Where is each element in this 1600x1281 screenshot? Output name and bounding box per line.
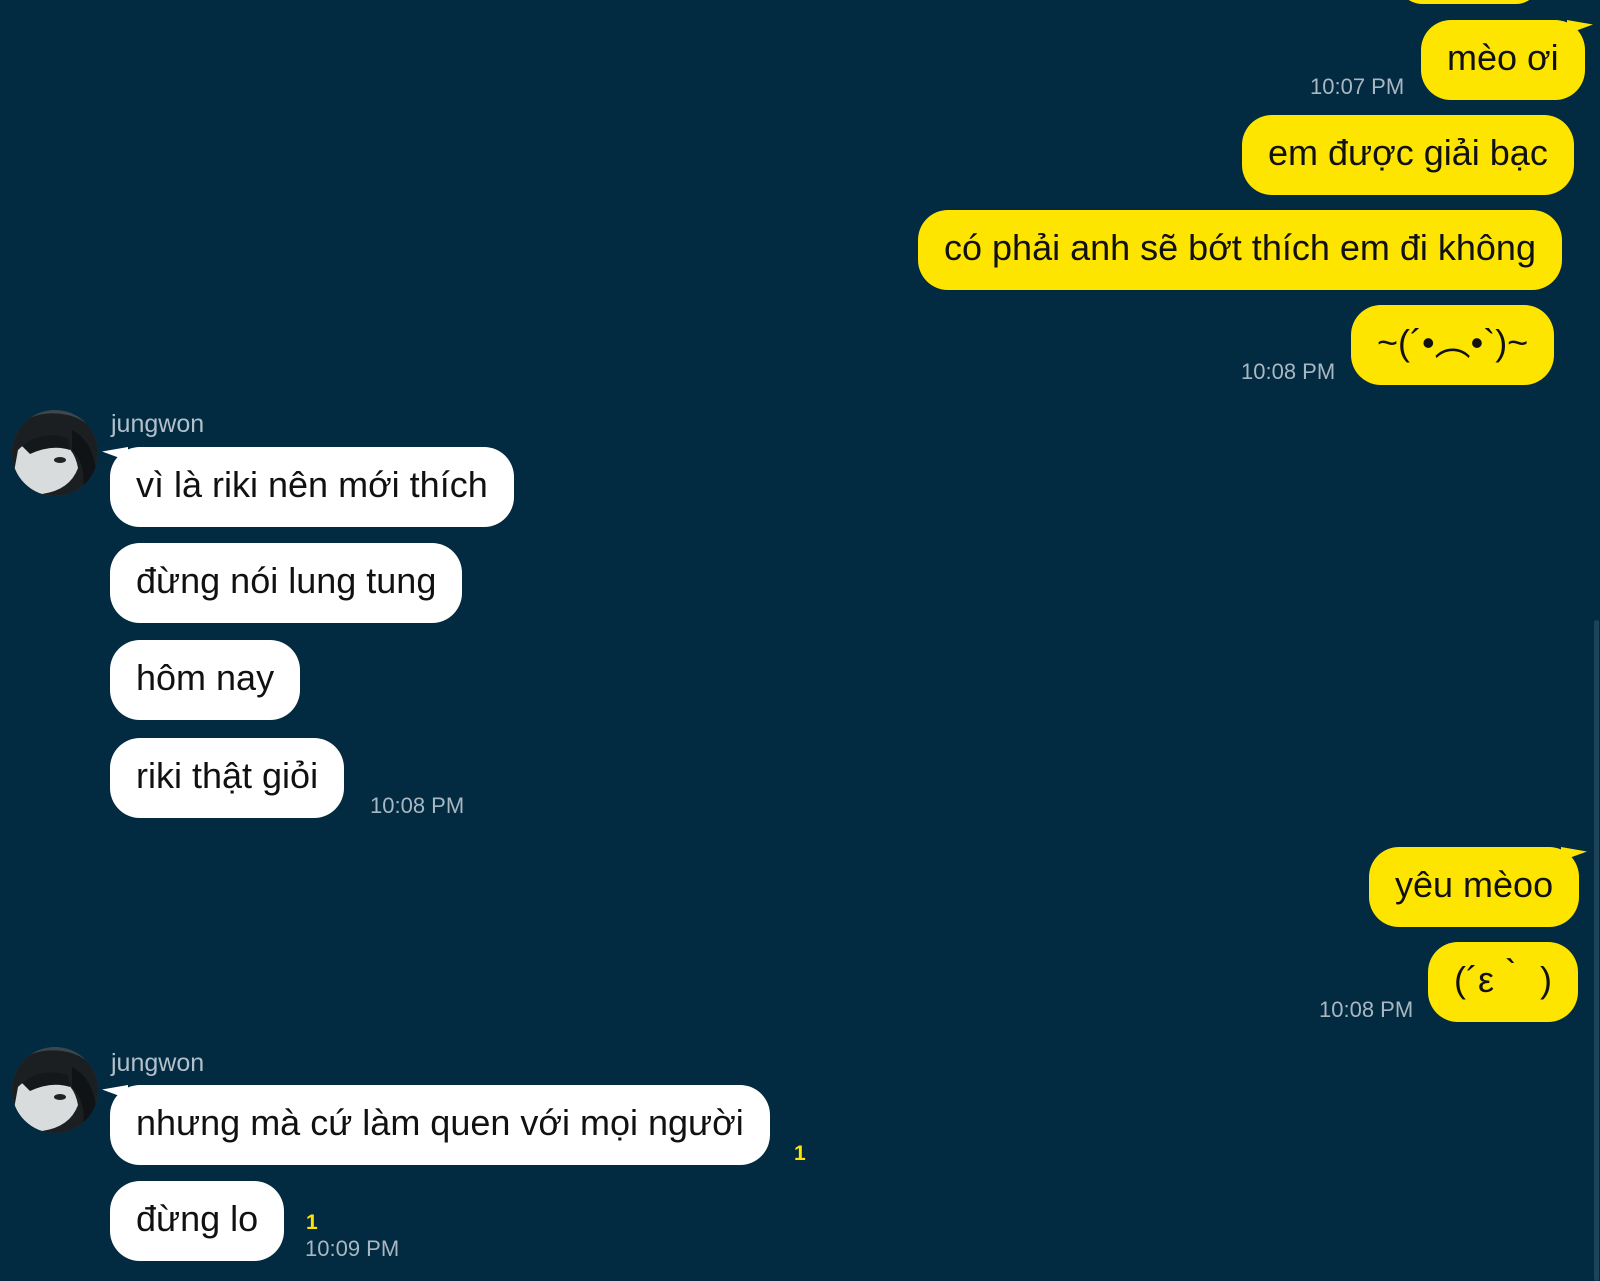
outgoing-message-bubble[interactable]: ~(´•︵•`)~ xyxy=(1351,305,1555,385)
unread-count: 1 xyxy=(794,1142,806,1165)
incoming-message-bubble[interactable]: vì là riki nên mới thích xyxy=(110,447,514,527)
previous-message-bubble-edge xyxy=(1398,0,1540,4)
incoming-message-bubble[interactable]: đừng nói lung tung xyxy=(110,543,463,623)
outgoing-message-bubble[interactable]: em được giải bạc xyxy=(1242,115,1574,195)
incoming-message-bubble[interactable]: riki thật giỏi xyxy=(110,738,345,818)
outgoing-message-bubble[interactable]: yêu mèoo xyxy=(1369,847,1580,927)
outgoing-message-bubble[interactable]: (´ε｀ ) xyxy=(1428,942,1579,1022)
unread-count: 1 xyxy=(306,1211,318,1234)
sender-name: jungwon xyxy=(111,1049,205,1077)
avatar-photo-icon xyxy=(12,1047,98,1133)
outgoing-message-bubble[interactable]: có phải anh sẽ bớt thích em đi không xyxy=(918,210,1562,290)
incoming-message-bubble[interactable]: hôm nay xyxy=(110,640,301,720)
incoming-message-bubble[interactable]: nhưng mà cứ làm quen với mọi người xyxy=(110,1085,770,1165)
chat-message-area[interactable]: 10:07 PM mèo ơi em được giải bạc có phải… xyxy=(0,0,1600,1281)
contact-avatar[interactable] xyxy=(12,1047,98,1133)
message-timestamp: 10:09 PM xyxy=(305,1236,400,1261)
message-timestamp: 10:08 PM xyxy=(370,793,465,818)
scrollbar[interactable] xyxy=(1594,620,1599,1281)
avatar-photo-icon xyxy=(12,410,98,496)
message-timestamp: 10:08 PM xyxy=(1319,997,1414,1022)
incoming-message-bubble[interactable]: đừng lo xyxy=(110,1181,285,1261)
sender-name: jungwon xyxy=(111,410,205,438)
outgoing-message-bubble[interactable]: mèo ơi xyxy=(1421,20,1585,100)
message-timestamp: 10:08 PM xyxy=(1241,359,1336,384)
message-timestamp: 10:07 PM xyxy=(1310,74,1405,99)
contact-avatar[interactable] xyxy=(12,410,98,496)
